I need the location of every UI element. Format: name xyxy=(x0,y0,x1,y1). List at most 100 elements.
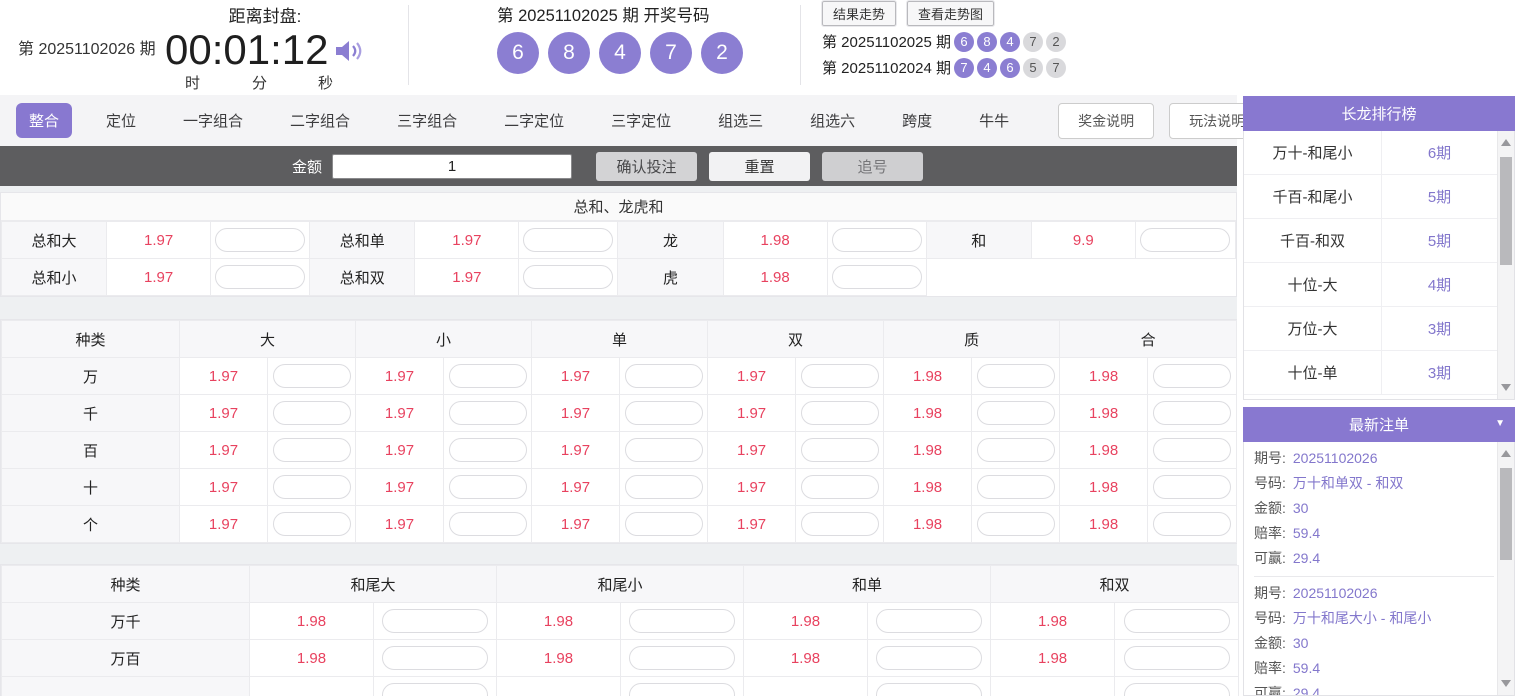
bet-input[interactable] xyxy=(876,683,982,696)
bet-input[interactable] xyxy=(215,265,305,289)
bet-input[interactable] xyxy=(1153,438,1231,462)
orders-scrollbar[interactable] xyxy=(1497,442,1514,695)
view-trend-chart-button[interactable]: 查看走势图 xyxy=(907,1,994,26)
bet-input[interactable] xyxy=(1124,609,1230,633)
tab-erzi-dingwei[interactable]: 二字定位 xyxy=(491,103,577,138)
bet-input[interactable] xyxy=(449,438,527,462)
tab-yizi-zuhe[interactable]: 一字组合 xyxy=(170,103,256,138)
tab-zuxuan-san[interactable]: 组选三 xyxy=(705,103,776,138)
tab-kuadu[interactable]: 跨度 xyxy=(889,103,945,138)
caret-down-icon[interactable]: ▼ xyxy=(1495,418,1505,429)
bet-input[interactable] xyxy=(1153,475,1231,499)
bet-input-cell xyxy=(620,358,708,395)
bet-input[interactable] xyxy=(977,475,1055,499)
bet-input-cell xyxy=(796,395,884,432)
scroll-down-icon[interactable] xyxy=(1501,384,1511,391)
bet-input[interactable] xyxy=(1140,228,1230,252)
bet-input[interactable] xyxy=(801,512,879,536)
odds-value: 1.97 xyxy=(532,395,620,432)
bet-input[interactable] xyxy=(801,475,879,499)
bet-input-cell xyxy=(1148,432,1237,469)
scroll-down-icon[interactable] xyxy=(1501,680,1511,687)
result-trend-button[interactable]: 结果走势 xyxy=(822,1,896,26)
prize-info-button[interactable]: 奖金说明 xyxy=(1058,103,1154,139)
dragon-scrollbar[interactable] xyxy=(1497,131,1514,399)
scroll-up-icon[interactable] xyxy=(1501,450,1511,457)
dragon-name: 十位-单 xyxy=(1244,351,1382,394)
bet-toolbar: 金额 确认投注 重置 追号 xyxy=(0,146,1237,186)
bet-input[interactable] xyxy=(801,401,879,425)
bet-input-cell xyxy=(620,506,708,543)
bet-input[interactable] xyxy=(449,512,527,536)
tab-sanzi-zuhe[interactable]: 三字组合 xyxy=(384,103,470,138)
bet-input[interactable] xyxy=(625,475,703,499)
bet-input[interactable] xyxy=(625,401,703,425)
dragon-name: 千百-和双 xyxy=(1244,219,1382,262)
bet-input[interactable] xyxy=(977,364,1055,388)
bet-input[interactable] xyxy=(977,401,1055,425)
tab-niuniu[interactable]: 牛牛 xyxy=(966,103,1022,138)
history-ball: 7 xyxy=(1046,58,1066,78)
draw-ball: 7 xyxy=(650,32,692,74)
bet-input[interactable] xyxy=(449,475,527,499)
bet-input[interactable] xyxy=(449,364,527,388)
bet-input[interactable] xyxy=(629,646,735,670)
bet-input[interactable] xyxy=(1153,401,1231,425)
scrollbar-thumb[interactable] xyxy=(1500,468,1512,560)
tab-zuxuan-liu[interactable]: 组选六 xyxy=(797,103,868,138)
order-issue-label: 期号: xyxy=(1254,446,1286,471)
bet-input[interactable] xyxy=(382,609,488,633)
bet-input[interactable] xyxy=(449,401,527,425)
bet-input[interactable] xyxy=(625,364,703,388)
dragon-name: 万十-和尾小 xyxy=(1244,131,1382,174)
play-mode-tab-bar: 整合 定位 一字组合 二字组合 三字组合 二字定位 三字定位 组选三 组选六 跨… xyxy=(0,95,1237,146)
bet-input[interactable] xyxy=(273,438,351,462)
chase-number-button[interactable]: 追号 xyxy=(822,152,923,181)
bet-input[interactable] xyxy=(1124,646,1230,670)
bet-input[interactable] xyxy=(625,438,703,462)
bet-input[interactable] xyxy=(801,364,879,388)
amount-input[interactable] xyxy=(332,154,572,179)
bet-input[interactable] xyxy=(876,646,982,670)
bet-input[interactable] xyxy=(382,646,488,670)
bet-input[interactable] xyxy=(625,512,703,536)
scroll-up-icon[interactable] xyxy=(1501,139,1511,146)
tab-sanzi-dingwei[interactable]: 三字定位 xyxy=(598,103,684,138)
bet-input-cell xyxy=(827,259,926,296)
tab-dingwei[interactable]: 定位 xyxy=(93,103,149,138)
tab-zhenghe[interactable]: 整合 xyxy=(16,103,72,138)
bet-input[interactable] xyxy=(215,228,305,252)
bet-input[interactable] xyxy=(977,438,1055,462)
bet-input[interactable] xyxy=(832,265,922,289)
speaker-icon[interactable] xyxy=(334,38,364,69)
bet-input[interactable] xyxy=(1153,364,1231,388)
bet-input[interactable] xyxy=(1153,512,1231,536)
bet-input[interactable] xyxy=(1124,683,1230,696)
bet-input[interactable] xyxy=(977,512,1055,536)
column-header: 双 xyxy=(708,321,884,358)
header-divider xyxy=(800,5,801,85)
bet-input[interactable] xyxy=(629,609,735,633)
bet-input-cell xyxy=(444,506,532,543)
order-entry: 期号:20251102026 号码:万十和尾大小 - 和尾小 金额:30 赔率:… xyxy=(1254,581,1494,696)
table-row: 万千 1.98 1.98 1.98 1.98 xyxy=(2,603,1239,640)
tab-erzi-zuhe[interactable]: 二字组合 xyxy=(277,103,363,138)
history-ball: 7 xyxy=(1023,32,1043,52)
bet-input[interactable] xyxy=(382,683,488,696)
bet-input[interactable] xyxy=(523,228,613,252)
bet-input[interactable] xyxy=(832,228,922,252)
bet-input[interactable] xyxy=(801,438,879,462)
bet-input[interactable] xyxy=(273,512,351,536)
confirm-bet-button[interactable]: 确认投注 xyxy=(596,152,697,181)
tail-sum-section: 种类 和尾大 和尾小 和单 和双 万千 1.98 1.98 1.98 1.98 xyxy=(0,564,1237,696)
reset-button[interactable]: 重置 xyxy=(709,152,810,181)
bet-input[interactable] xyxy=(273,364,351,388)
bet-input[interactable] xyxy=(273,475,351,499)
scrollbar-thumb[interactable] xyxy=(1500,157,1512,265)
bet-input[interactable] xyxy=(876,609,982,633)
bet-input[interactable] xyxy=(273,401,351,425)
bet-input[interactable] xyxy=(629,683,735,696)
odds-value: 1.98 xyxy=(884,395,972,432)
bet-input[interactable] xyxy=(523,265,613,289)
bet-input-cell xyxy=(519,222,618,259)
